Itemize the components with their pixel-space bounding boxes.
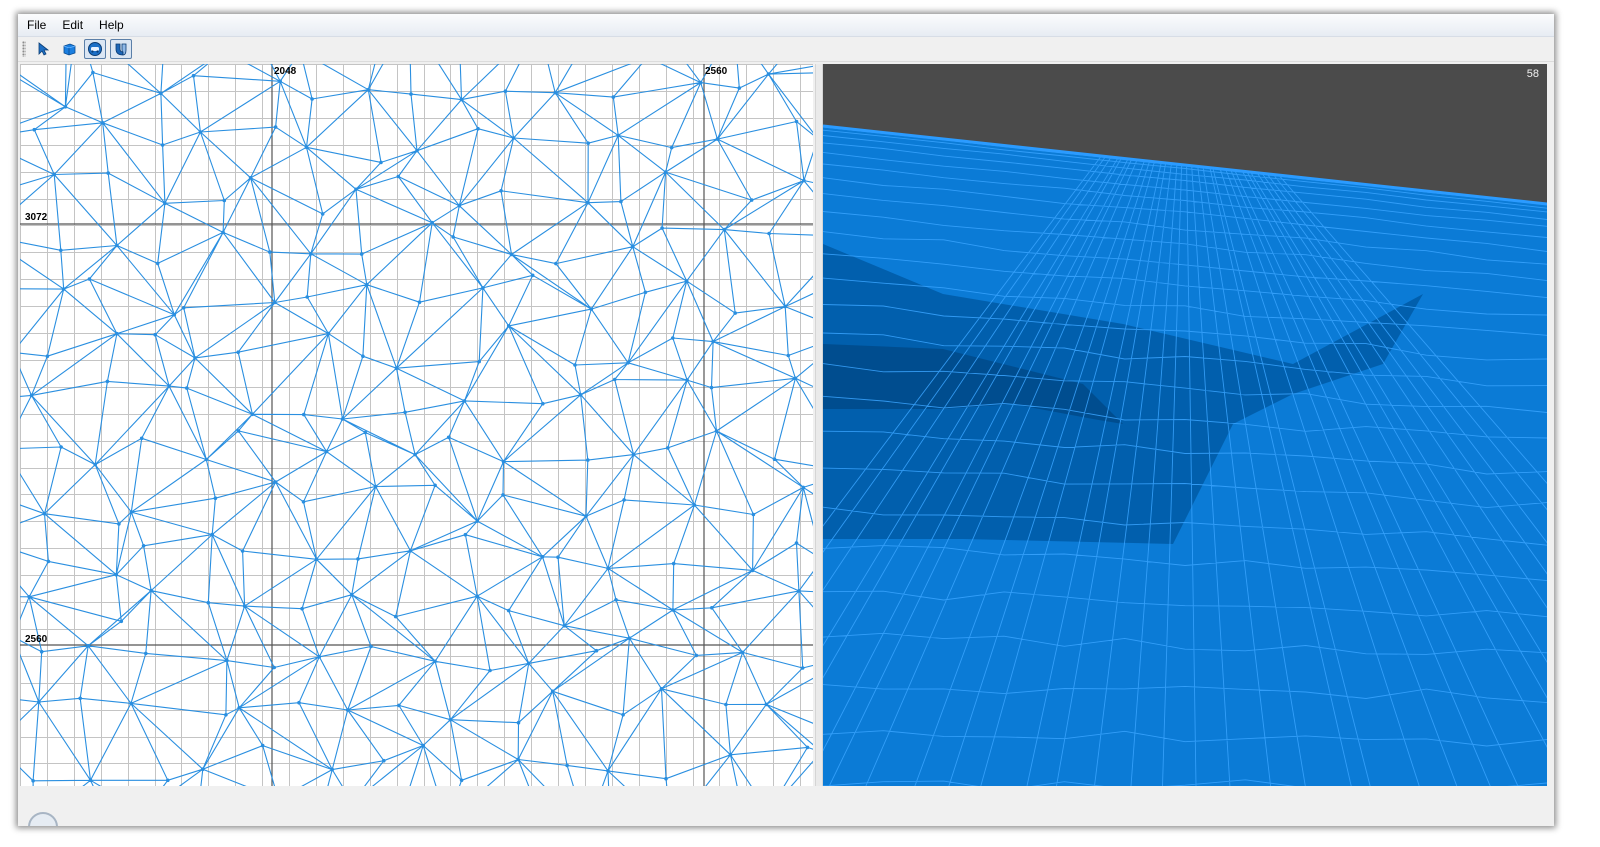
magnet-icon — [115, 43, 127, 56]
grid-label-x-2048: 2048 — [274, 66, 297, 77]
status-globe-icon — [28, 812, 58, 826]
drive-mode-button[interactable] — [84, 39, 106, 59]
grid-label-x-2560: 2560 — [705, 66, 728, 77]
car-view-icon — [88, 42, 102, 56]
app-window: File Edit Help 2048 2560 3072 2560 58 — [18, 14, 1554, 826]
cube-icon — [63, 43, 76, 56]
grid-view-panel[interactable]: 2048 2560 3072 2560 — [20, 64, 813, 786]
status-bar — [18, 790, 1554, 826]
grid-label-y-2560: 2560 — [25, 634, 48, 645]
toolbar — [18, 37, 1554, 62]
pointer-arrow-icon — [38, 42, 49, 56]
toolbar-grip-icon[interactable] — [22, 41, 26, 57]
snap-tool-button[interactable] — [110, 39, 132, 59]
fps-counter: 58 — [1526, 68, 1539, 80]
grid-label-y-3072: 3072 — [25, 212, 48, 223]
triangulation-mesh-canvas[interactable] — [20, 64, 813, 786]
menu-file[interactable]: File — [20, 16, 53, 34]
menu-bar: File Edit Help — [18, 14, 1554, 37]
select-tool-button[interactable] — [32, 39, 54, 59]
menu-edit[interactable]: Edit — [55, 16, 90, 34]
menu-help[interactable]: Help — [92, 16, 131, 34]
3d-view-panel[interactable]: 58 — [823, 64, 1547, 786]
terrain-render-canvas[interactable] — [823, 64, 1547, 786]
view-splitter[interactable] — [815, 64, 823, 786]
3d-view-button[interactable] — [58, 39, 80, 59]
